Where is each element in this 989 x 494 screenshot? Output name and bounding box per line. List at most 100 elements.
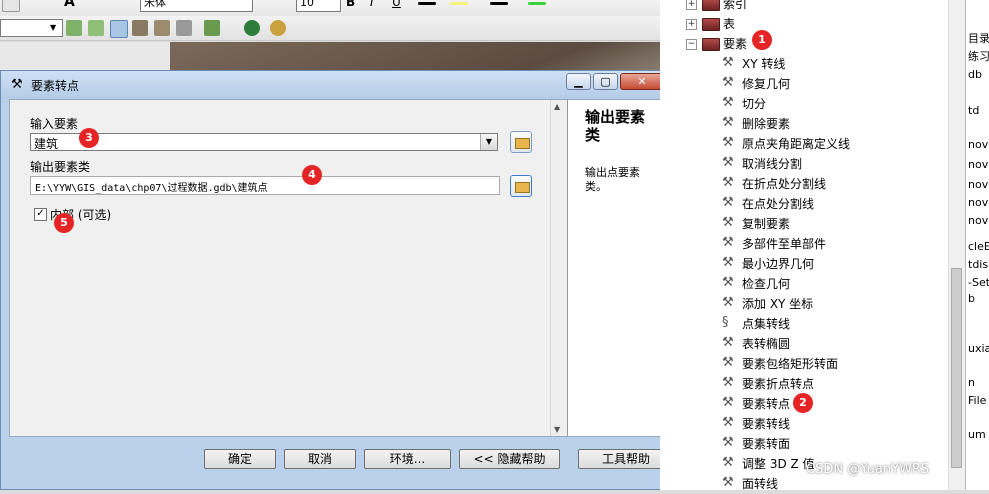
ok-button[interactable]: 确定	[204, 449, 276, 469]
hammer-icon: ⚒	[11, 77, 23, 92]
expand-icon[interactable]: +	[686, 0, 697, 10]
hammer-icon: ⚒	[722, 375, 734, 390]
hammer-icon: ⚒	[722, 215, 734, 230]
globe-search-icon[interactable]	[270, 20, 286, 36]
chart-icon[interactable]	[204, 20, 220, 36]
line-color-icon[interactable]	[490, 2, 508, 5]
help-text: 输出点要素类。	[585, 166, 640, 193]
tool-label: 要素折点转点	[742, 377, 815, 391]
text-color-icon[interactable]	[418, 2, 436, 5]
tool-label: 切分	[742, 97, 767, 111]
tool-item[interactable]: ⚒ 最小边界几何	[660, 254, 948, 274]
tool-item[interactable]: ⚒ 检查几何	[660, 274, 948, 294]
parameters-scrollbar[interactable]: ▲ ▼	[550, 100, 567, 436]
tool-item[interactable]: ⚒ 添加 XY 坐标	[660, 294, 948, 314]
browse-output-button[interactable]	[510, 175, 532, 197]
annotation-badge-3: 3	[79, 128, 99, 148]
dialog-title-bar[interactable]: ⚒ 要素转点 ▁ ▢ ✕	[1, 71, 673, 99]
tool-item[interactable]: ⚒ 要素包络矩形转面	[660, 354, 948, 374]
tool-item[interactable]: ⚒ 面转线	[660, 474, 948, 494]
rotate-icon[interactable]	[88, 20, 104, 36]
input-features-combo[interactable]: 建筑 ▼	[30, 133, 498, 151]
cancel-button[interactable]: 取消	[284, 449, 356, 469]
tool-label: 最小边界几何	[742, 257, 815, 271]
catalog-strip-text: td	[968, 104, 980, 117]
output-class-input[interactable]: E:\YYW\GIS_data\chp07\过程数据.gdb\建筑点	[30, 176, 500, 195]
scroll-down-icon[interactable]: ▼	[554, 425, 560, 434]
tool-label: 原点夹角距离定义线	[742, 137, 851, 151]
tool-label: XY 转线	[742, 57, 786, 71]
tool-item[interactable]: ⚒ 取消线分割	[660, 154, 948, 174]
toolset-icon	[702, 0, 720, 11]
catalog-strip-text: tdis	[968, 258, 989, 271]
catalog-strip-text: nov	[968, 214, 989, 227]
tool-item[interactable]: ⚒ 要素转线	[660, 414, 948, 434]
tool-item[interactable]: ⚒ 在点处分割线	[660, 194, 948, 214]
input-features-value: 建筑	[34, 137, 59, 151]
tool-item[interactable]: ⚒ 复制要素	[660, 214, 948, 234]
tool-item[interactable]: ⚒ XY 转线	[660, 54, 948, 74]
page-icon[interactable]	[2, 0, 20, 12]
minimize-button[interactable]: ▁	[566, 73, 591, 90]
tool-label: 要素转点	[742, 397, 791, 411]
italic-button[interactable]: I	[370, 0, 386, 11]
tool-item[interactable]: ⚒ 要素折点转点	[660, 374, 948, 394]
font-color-icon[interactable]: A	[64, 0, 80, 10]
inside-checkbox[interactable]: ✓	[34, 208, 47, 221]
layers-icon[interactable]	[154, 20, 170, 36]
table-icon[interactable]	[176, 20, 192, 36]
toolbar-second: ▼	[0, 16, 660, 41]
tool-label: 在点处分割线	[742, 197, 815, 211]
expand-icon[interactable]: +	[686, 19, 697, 30]
tree-category-row[interactable]: − 要素	[660, 34, 948, 54]
tool-item[interactable]: ⚒ 要素转面	[660, 434, 948, 454]
georef-icon[interactable]	[66, 20, 82, 36]
output-class-label: 输出要素类	[30, 160, 91, 174]
move-icon[interactable]	[110, 20, 128, 38]
browse-input-button[interactable]	[510, 131, 532, 153]
tool-item[interactable]: § 点集转线	[660, 314, 948, 334]
environments-button[interactable]: 环境...	[364, 449, 451, 469]
tool-item[interactable]: ⚒ 表转椭圆	[660, 334, 948, 354]
scroll-thumb[interactable]	[951, 268, 962, 468]
hide-help-button[interactable]: << 隐藏帮助	[459, 449, 560, 469]
hammer-icon: ⚒	[722, 275, 734, 290]
tool-item[interactable]: ⚒ 修复几何	[660, 74, 948, 94]
tree-category-row[interactable]: + 索引	[660, 0, 948, 14]
folder-icon	[515, 138, 530, 149]
collapse-icon[interactable]: −	[686, 39, 697, 50]
tool-item[interactable]: ⚒ 原点夹角距离定义线	[660, 134, 948, 154]
hammer-icon: ⚒	[722, 455, 734, 470]
hammer-icon: ⚒	[722, 95, 734, 110]
tool-item[interactable]: ⚒ 多部件至单部件	[660, 234, 948, 254]
fill-color-icon[interactable]	[528, 2, 546, 5]
annotation-badge-1: 1	[752, 30, 772, 50]
tool-label: 取消线分割	[742, 157, 803, 171]
close-button[interactable]: ✕	[620, 73, 664, 90]
output-class-value: E:\YYW\GIS_data\chp07\过程数据.gdb\建筑点	[35, 183, 268, 194]
highlight-color-icon[interactable]	[450, 2, 468, 5]
hammer-icon: ⚒	[722, 115, 734, 130]
pin-icon[interactable]	[132, 20, 148, 36]
chevron-down-icon[interactable]: ▼	[50, 23, 56, 32]
font-size-select[interactable]: 10	[296, 0, 341, 12]
bold-button[interactable]: B	[346, 0, 362, 11]
scroll-up-icon[interactable]: ▲	[554, 102, 560, 111]
chevron-down-icon[interactable]: ▼	[480, 134, 497, 150]
font-family-select[interactable]: 宋体	[140, 0, 253, 12]
underline-button[interactable]: U	[392, 0, 408, 11]
tree-category-row[interactable]: + 表	[660, 14, 948, 34]
help-pane: 输出要素类 输出点要素类。	[567, 100, 667, 436]
tree-scrollbar[interactable]	[948, 0, 965, 490]
maximize-button[interactable]: ▢	[593, 73, 618, 90]
tool-item[interactable]: ⚒ 在折点处分割线	[660, 174, 948, 194]
watermark: CSDN @YuanYWRS	[806, 462, 930, 477]
tool-item[interactable]: ⚒ 切分	[660, 94, 948, 114]
hammer-icon: ⚒	[722, 55, 734, 70]
folder-icon	[515, 182, 530, 193]
globe-icon[interactable]	[244, 20, 260, 36]
catalog-strip-text: nov	[968, 138, 989, 151]
feature-to-point-dialog: ⚒ 要素转点 ▁ ▢ ✕ 输入要素 建筑 ▼ 输出要素类 E:\YYW\GIS_…	[0, 70, 674, 490]
script-icon: §	[722, 315, 729, 330]
tool-item[interactable]: ⚒ 删除要素	[660, 114, 948, 134]
